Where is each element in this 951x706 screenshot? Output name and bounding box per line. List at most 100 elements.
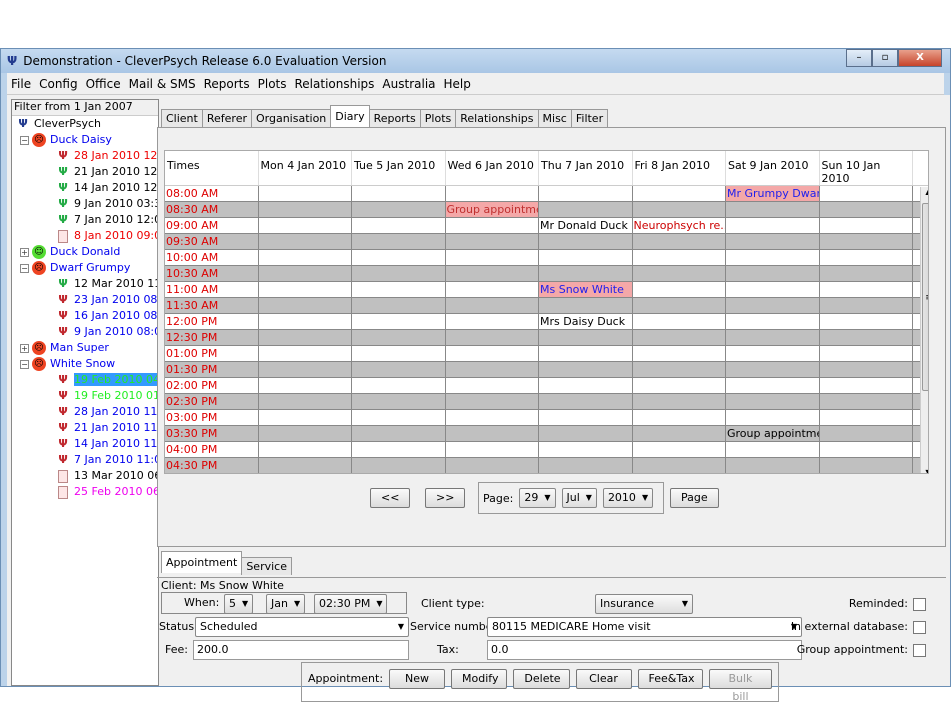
diary-cell[interactable] xyxy=(633,458,726,473)
diary-cell[interactable] xyxy=(352,314,446,329)
diary-cell[interactable] xyxy=(726,330,820,345)
diary-cell[interactable] xyxy=(352,426,446,441)
diary-cell[interactable] xyxy=(726,378,820,393)
tab-service[interactable]: Service xyxy=(241,557,292,575)
maximize-button[interactable]: ▫ xyxy=(872,49,898,67)
diary-cell[interactable] xyxy=(726,266,820,281)
diary-cell[interactable] xyxy=(446,218,539,233)
tree-item[interactable]: Ψ 28 Jan 2010 12:0 xyxy=(12,148,158,164)
modify-button[interactable]: Modify xyxy=(451,669,508,689)
diary-cell[interactable] xyxy=(352,394,446,409)
diary-cell[interactable] xyxy=(539,410,633,425)
diary-cell[interactable] xyxy=(633,202,726,217)
new-button[interactable]: New xyxy=(389,669,446,689)
reminded-checkbox[interactable] xyxy=(913,598,926,611)
when-day-select[interactable]: 5 ▼ xyxy=(224,594,254,614)
diary-cell[interactable] xyxy=(820,234,913,249)
expand-icon[interactable]: + xyxy=(20,344,29,353)
tree-item[interactable]: 13 Mar 2010 06: xyxy=(12,468,158,484)
diary-cell[interactable] xyxy=(259,218,352,233)
diary-cell[interactable] xyxy=(259,234,352,249)
diary-cell[interactable] xyxy=(259,362,352,377)
diary-cell[interactable] xyxy=(633,298,726,313)
tree-item[interactable]: 8 Jan 2010 09:0 xyxy=(12,228,158,244)
diary-cell[interactable] xyxy=(820,378,913,393)
diary-cell[interactable] xyxy=(446,346,539,361)
tree-item[interactable]: Ψ 9 Jan 2010 03:30 xyxy=(12,196,158,212)
diary-cell[interactable] xyxy=(633,362,726,377)
tree-client[interactable]: − ☹ White Snow xyxy=(12,356,158,372)
diary-cell[interactable] xyxy=(820,250,913,265)
when-time-select[interactable]: 02:30 PM ▼ xyxy=(314,594,388,614)
diary-cell[interactable] xyxy=(820,426,913,441)
diary-cell[interactable] xyxy=(820,282,913,297)
diary-cell[interactable] xyxy=(820,442,913,457)
tree-client[interactable]: + ☺ Duck Donald xyxy=(12,244,158,260)
external-database-checkbox[interactable] xyxy=(913,621,926,634)
diary-cell[interactable] xyxy=(539,298,633,313)
diary-cell[interactable] xyxy=(259,250,352,265)
diary-cell[interactable] xyxy=(820,218,913,233)
year-select[interactable]: 2010 ▼ xyxy=(602,488,654,508)
diary-cell[interactable] xyxy=(259,202,352,217)
appointment-entry[interactable]: Mrs Daisy Duck xyxy=(539,314,633,329)
diary-cell[interactable] xyxy=(259,378,352,393)
tab-misc[interactable]: Misc xyxy=(537,109,572,127)
diary-cell[interactable] xyxy=(352,346,446,361)
diary-cell[interactable] xyxy=(820,458,913,473)
menu-file[interactable]: File xyxy=(7,77,35,91)
diary-cell[interactable] xyxy=(820,314,913,329)
diary-cell[interactable] xyxy=(352,442,446,457)
diary-cell[interactable] xyxy=(539,330,633,345)
diary-cell[interactable] xyxy=(352,282,446,297)
diary-cell[interactable] xyxy=(259,394,352,409)
tax-input[interactable]: 0.0 xyxy=(487,640,802,660)
diary-cell[interactable] xyxy=(726,218,820,233)
diary-cell[interactable] xyxy=(633,378,726,393)
tree-item[interactable]: Ψ 23 Jan 2010 08:0 xyxy=(12,292,158,308)
diary-cell[interactable] xyxy=(539,346,633,361)
appointment-entry[interactable]: Mr Donald Duck xyxy=(539,218,633,233)
tree-root[interactable]: Ψ CleverPsych xyxy=(12,116,158,132)
diary-cell[interactable] xyxy=(446,250,539,265)
diary-cell[interactable] xyxy=(352,250,446,265)
tree-item[interactable]: Ψ 19 Feb 2010 04:0 xyxy=(12,372,158,388)
tab-organisation[interactable]: Organisation xyxy=(251,109,332,127)
diary-cell[interactable] xyxy=(539,458,633,473)
diary-cell[interactable] xyxy=(726,442,820,457)
diary-cell[interactable] xyxy=(259,298,352,313)
diary-cell[interactable] xyxy=(446,410,539,425)
fee-tax-button[interactable]: Fee&Tax xyxy=(637,669,703,689)
group-appointment-checkbox[interactable] xyxy=(913,644,926,657)
diary-cell[interactable] xyxy=(446,234,539,249)
tree-item[interactable]: Ψ 7 Jan 2010 12:00 xyxy=(12,212,158,228)
clear-button[interactable]: Clear xyxy=(575,669,632,689)
diary-cell[interactable] xyxy=(259,314,352,329)
diary-cell[interactable] xyxy=(259,426,352,441)
diary-cell[interactable] xyxy=(539,250,633,265)
tree-item[interactable]: Ψ 16 Jan 2010 08:0 xyxy=(12,308,158,324)
tree-item[interactable]: Ψ 19 Feb 2010 01:0 xyxy=(12,388,158,404)
diary-cell[interactable] xyxy=(633,186,726,201)
diary-cell[interactable] xyxy=(446,314,539,329)
diary-cell[interactable] xyxy=(352,458,446,473)
fee-input[interactable]: 200.0 xyxy=(193,640,409,660)
diary-cell[interactable] xyxy=(820,298,913,313)
tree-item[interactable]: Ψ 21 Jan 2010 12:0 xyxy=(12,164,158,180)
expand-icon[interactable]: + xyxy=(20,248,29,257)
tree-item[interactable]: Ψ 28 Jan 2010 11:0 xyxy=(12,404,158,420)
diary-cell[interactable] xyxy=(820,330,913,345)
menu-office[interactable]: Office xyxy=(82,77,125,91)
tree-item[interactable]: Ψ 14 Jan 2010 12:0 xyxy=(12,180,158,196)
diary-cell[interactable] xyxy=(633,282,726,297)
diary-cell[interactable] xyxy=(820,202,913,217)
diary-cell[interactable] xyxy=(539,426,633,441)
prev-page-button[interactable]: << xyxy=(370,488,411,508)
diary-cell[interactable] xyxy=(633,394,726,409)
diary-cell[interactable] xyxy=(259,346,352,361)
diary-cell[interactable] xyxy=(726,202,820,217)
tree-client[interactable]: − ☹ Dwarf Grumpy xyxy=(12,260,158,276)
diary-cell[interactable] xyxy=(352,186,446,201)
diary-cell[interactable] xyxy=(633,314,726,329)
diary-cell[interactable] xyxy=(446,282,539,297)
